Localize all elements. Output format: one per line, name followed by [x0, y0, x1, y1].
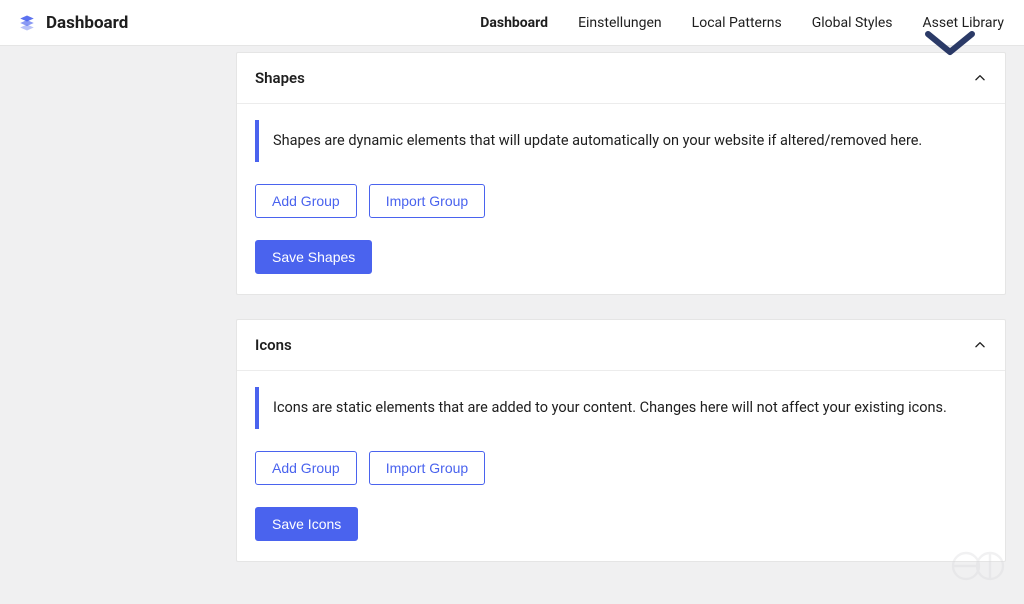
shapes-import-group-button[interactable]: Import Group — [369, 184, 485, 218]
icons-add-group-button[interactable]: Add Group — [255, 451, 357, 485]
icons-group-buttons: Add Group Import Group — [255, 451, 987, 485]
panel-shapes: Shapes Shapes are dynamic elements that … — [236, 52, 1006, 295]
panel-icons-title: Icons — [255, 336, 292, 354]
shapes-group-buttons: Add Group Import Group — [255, 184, 987, 218]
panel-shapes-header[interactable]: Shapes — [237, 53, 1005, 104]
panel-icons-body: Icons are static elements that are added… — [237, 371, 1005, 561]
main-nav: Dashboard Einstellungen Local Patterns G… — [480, 13, 1004, 33]
panel-icons: Icons Icons are static elements that are… — [236, 319, 1006, 562]
shapes-notice: Shapes are dynamic elements that will up… — [255, 120, 987, 162]
shapes-add-group-button[interactable]: Add Group — [255, 184, 357, 218]
nav-dashboard[interactable]: Dashboard — [480, 13, 548, 33]
panel-shapes-body: Shapes are dynamic elements that will up… — [237, 104, 1005, 294]
panel-icons-header[interactable]: Icons — [237, 320, 1005, 371]
top-bar: Dashboard Dashboard Einstellungen Local … — [0, 0, 1024, 46]
panel-shapes-title: Shapes — [255, 69, 305, 87]
icons-import-group-button[interactable]: Import Group — [369, 451, 485, 485]
save-shapes-button[interactable]: Save Shapes — [255, 240, 372, 274]
app-logo-icon — [18, 14, 36, 32]
page-title: Dashboard — [46, 13, 128, 33]
icons-notice: Icons are static elements that are added… — [255, 387, 987, 429]
nav-asset-library[interactable]: Asset Library — [923, 13, 1004, 33]
nav-einstellungen[interactable]: Einstellungen — [578, 13, 662, 33]
chevron-up-icon — [973, 71, 987, 85]
nav-global-styles[interactable]: Global Styles — [812, 13, 893, 33]
watermark-icon — [946, 546, 1010, 590]
save-icons-button[interactable]: Save Icons — [255, 507, 358, 541]
nav-local-patterns[interactable]: Local Patterns — [692, 13, 782, 33]
content-area: Shapes Shapes are dynamic elements that … — [0, 46, 1024, 604]
chevron-up-icon — [973, 338, 987, 352]
brand: Dashboard — [18, 13, 128, 33]
